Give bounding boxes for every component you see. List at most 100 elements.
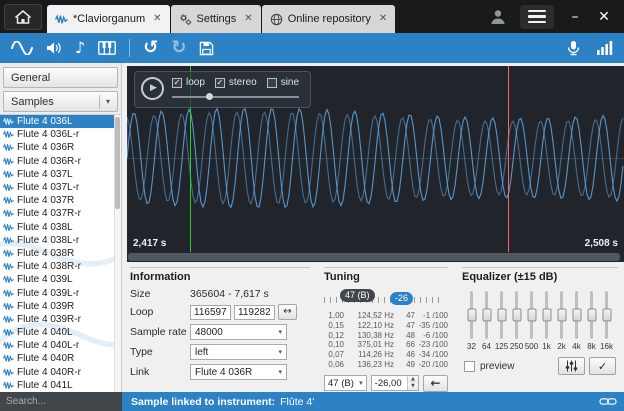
eq-band-slider[interactable]: 250 [509, 291, 524, 351]
eq-band-slider[interactable]: 64 [479, 291, 494, 351]
waveform-display[interactable]: ▶ loop s [127, 66, 624, 252]
general-button[interactable]: General [3, 67, 118, 88]
bars-icon [596, 40, 613, 56]
list-item[interactable]: Flute 4 037L [0, 168, 121, 181]
eq-band-slider[interactable]: 500 [524, 291, 539, 351]
slider-handle[interactable] [482, 309, 491, 322]
list-item[interactable]: Flute 4 036L-r [0, 128, 121, 141]
root-key-select[interactable]: 47 (B) ▾ [324, 375, 367, 391]
link-select[interactable]: Flute 4 036R ▾ [190, 364, 287, 380]
list-item[interactable]: Flute 4 036R-r [0, 155, 121, 168]
list-item[interactable]: Flute 4 040R-r [0, 366, 121, 379]
tab-claviorganum[interactable]: *Claviorganum ✕ [47, 5, 170, 33]
loop-end-marker[interactable] [508, 66, 509, 252]
selected-value: left [195, 347, 208, 358]
samples-dropdown[interactable]: Samples ▾ [3, 91, 118, 112]
close-icon[interactable]: ✕ [379, 14, 387, 24]
list-item[interactable]: Flute 4 037L-r [0, 181, 121, 194]
root-key-badge[interactable]: 47 (B) [340, 289, 375, 302]
sample-label: Flute 4 041L [17, 380, 73, 391]
redo-button[interactable]: ↻ [171, 37, 186, 59]
slider-handle[interactable] [467, 309, 476, 322]
type-select[interactable]: left ▾ [190, 344, 287, 360]
list-item[interactable]: Flute 4 036L [0, 115, 121, 128]
swap-loop-button[interactable]: ↔ [278, 304, 297, 320]
home-button[interactable] [4, 4, 42, 30]
apply-eq-button[interactable]: ✓ [589, 357, 616, 375]
sidebar-scrollbar[interactable] [114, 115, 121, 392]
list-item[interactable]: Flute 4 040L-r [0, 339, 121, 352]
slider-handle[interactable] [512, 309, 521, 322]
frequency-table: 1,00 124,52 Hz 47 -1 /100 0,15 122,10 Hz… [324, 311, 448, 370]
apply-back-button[interactable]: ← [423, 375, 448, 392]
loop-start-input[interactable]: 116597 [190, 305, 231, 320]
correction-badge[interactable]: -26 [390, 292, 413, 305]
playback-checkbox[interactable]: sine [267, 77, 299, 88]
close-icon[interactable]: ✕ [244, 14, 252, 24]
list-item[interactable]: Flute 4 039R [0, 300, 121, 313]
scrollbar-thumb[interactable] [115, 117, 120, 209]
list-item[interactable]: Flute 4 039R-r [0, 313, 121, 326]
eq-band-slider[interactable]: 2k [554, 291, 569, 351]
preview-checkbox[interactable] [464, 361, 475, 372]
checkbox-icon [172, 78, 182, 88]
minimize-button[interactable]: – [567, 10, 583, 24]
slider-handle[interactable] [602, 309, 611, 322]
eq-band-slider[interactable]: 32 [464, 291, 479, 351]
slider-handle[interactable] [557, 309, 566, 322]
list-item[interactable]: Flute 4 037R-r [0, 207, 121, 220]
close-icon[interactable]: ✕ [153, 14, 161, 24]
sample-rate-select[interactable]: 48000 ▾ [190, 324, 287, 340]
playback-checkbox[interactable]: loop [172, 77, 205, 88]
sample-editor-button[interactable] [11, 37, 33, 59]
list-item[interactable]: Flute 4 040L [0, 326, 121, 339]
tuning-ruler[interactable]: 47 (B) -26 [324, 288, 448, 308]
eq-band-slider[interactable]: 4k [569, 291, 584, 351]
slider-handle[interactable] [542, 309, 551, 322]
eq-band-slider[interactable]: 125 [494, 291, 509, 351]
eq-band-slider[interactable]: 8k [584, 291, 599, 351]
user-icon[interactable] [489, 8, 507, 26]
eq-band-slider[interactable]: 1k [539, 291, 554, 351]
list-item[interactable]: Flute 4 038R [0, 247, 121, 260]
eq-band-slider[interactable]: 16k [599, 291, 614, 351]
zoom-slider[interactable] [172, 93, 299, 100]
list-item[interactable]: Flute 4 040R [0, 352, 121, 365]
list-item[interactable]: Flute 4 039L [0, 273, 121, 286]
note-button[interactable]: ♪ [75, 37, 85, 59]
spin-up-icon[interactable]: ▲ [408, 376, 418, 383]
playback-checkbox[interactable]: stereo [215, 77, 257, 88]
play-button[interactable]: ▶ [141, 77, 164, 100]
tab-settings[interactable]: Settings ✕ [171, 5, 261, 33]
window-close-button[interactable]: ✕ [596, 10, 612, 24]
correction-spinner[interactable]: -26,00 ▲ ▼ [371, 375, 419, 391]
save-button[interactable] [199, 37, 214, 59]
list-item[interactable]: Flute 4 038L [0, 221, 121, 234]
menu-button[interactable] [520, 5, 554, 29]
list-item[interactable]: Flute 4 038L-r [0, 234, 121, 247]
frequency-cell: 124,52 Hz [347, 311, 394, 321]
frequencies-button[interactable] [596, 37, 613, 59]
list-item[interactable]: Flute 4 037R [0, 194, 121, 207]
slider-handle[interactable] [497, 309, 506, 322]
list-item[interactable]: Flute 4 041L [0, 379, 121, 392]
slider-handle[interactable] [572, 309, 581, 322]
mixer-button[interactable] [558, 357, 585, 375]
sample-rate-label: Sample rate [130, 326, 190, 338]
search-input[interactable] [0, 392, 122, 411]
list-item[interactable]: Flute 4 038R-r [0, 260, 121, 273]
spin-down-icon[interactable]: ▼ [408, 383, 418, 390]
keyboard-button[interactable] [98, 37, 116, 59]
scrollbar-thumb[interactable] [128, 253, 620, 261]
volume-button[interactable] [46, 37, 62, 59]
slider-handle[interactable] [206, 93, 213, 100]
slider-handle[interactable] [587, 309, 596, 322]
tab-online-repository[interactable]: Online repository ✕ [262, 5, 396, 33]
waveform-scrollbar[interactable] [127, 252, 624, 262]
loop-end-input[interactable]: 119282 [234, 305, 275, 320]
list-item[interactable]: Flute 4 036R [0, 141, 121, 154]
undo-button[interactable]: ↺ [143, 37, 158, 59]
record-button[interactable] [565, 37, 582, 59]
list-item[interactable]: Flute 4 039L-r [0, 286, 121, 299]
slider-handle[interactable] [527, 309, 536, 322]
